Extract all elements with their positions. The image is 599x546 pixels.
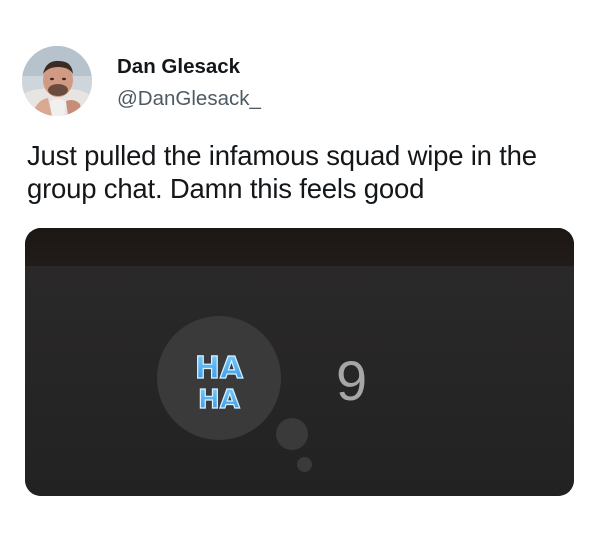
haha-line-1: HA xyxy=(195,351,244,386)
tweet-text: Just pulled the infamous squad wipe in t… xyxy=(27,140,537,204)
haha-line-2: HA xyxy=(198,385,240,415)
avatar-photo xyxy=(22,46,92,116)
tweet-card: Dan Glesack @DanGlesack_ Just pulled the… xyxy=(0,0,599,546)
bubble-tail-small xyxy=(297,457,312,472)
user-handle[interactable]: @DanGlesack_ xyxy=(117,87,261,111)
avatar[interactable] xyxy=(22,46,92,116)
tweet-media[interactable] xyxy=(25,228,574,496)
haha-icon: HA HA xyxy=(194,350,244,415)
haha-reaction-bubble[interactable]: HA HA xyxy=(157,316,281,440)
reaction-count: 9 xyxy=(336,349,368,412)
media-top-bar xyxy=(25,228,574,266)
display-name[interactable]: Dan Glesack xyxy=(117,55,240,79)
